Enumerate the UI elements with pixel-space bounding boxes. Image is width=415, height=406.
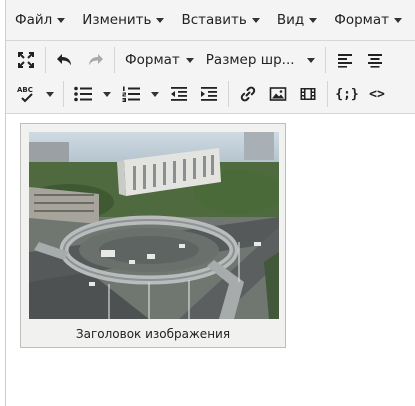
image-button[interactable] (263, 79, 293, 109)
chevron-down-icon (185, 57, 194, 63)
spellcheck-button[interactable]: ABC (11, 79, 41, 109)
menu-edit[interactable]: Изменить (73, 0, 172, 40)
code-sample-button[interactable]: {;} (332, 79, 362, 109)
chevron-down-icon (57, 17, 66, 23)
chevron-down-icon (156, 17, 165, 23)
align-left-button[interactable] (330, 45, 360, 75)
chevron-down-icon (103, 91, 111, 97)
chevron-down-icon (46, 91, 54, 97)
media-button[interactable] (293, 79, 323, 109)
source-code-icon: <> (369, 86, 385, 102)
font-size-dropdown[interactable]: Размер шр... (200, 45, 321, 75)
fullscreen-button[interactable] (11, 45, 41, 75)
image-figure[interactable]: Заголовок изображения (20, 123, 286, 348)
image-icon (269, 87, 287, 101)
toolbar-row-2: ABC {;} <> (6, 77, 415, 111)
format-dropdown-label: Формат (125, 52, 180, 68)
menu-view[interactable]: Вид (268, 0, 325, 40)
menu-format[interactable]: Формат (325, 0, 410, 40)
toolbar-separator (45, 47, 46, 73)
toolbar-separator (327, 81, 328, 107)
align-center-button[interactable] (360, 45, 390, 75)
toolbar-separator (63, 81, 64, 107)
rich-text-editor: Файл Изменить Вставить Вид Формат Формат… (5, 0, 415, 406)
toolbar: Формат Размер шр... ABC {;} <> (6, 41, 415, 114)
numbered-list-icon (122, 86, 140, 102)
toolbar-row-1: Формат Размер шр... (6, 43, 415, 77)
menu-file[interactable]: Файл (6, 0, 73, 40)
toolbar-separator (114, 47, 115, 73)
link-icon (240, 86, 256, 102)
menu-file-label: Файл (15, 12, 53, 28)
city-interchange-photo[interactable] (29, 132, 279, 319)
undo-icon (57, 54, 71, 66)
outdent-icon (171, 87, 187, 101)
format-dropdown[interactable]: Формат (119, 45, 200, 75)
bullet-list-button[interactable] (68, 79, 98, 109)
spellcheck-icon: ABC (17, 86, 33, 103)
menu-insert[interactable]: Вставить (172, 0, 267, 40)
link-button[interactable] (233, 79, 263, 109)
chevron-down-icon (306, 57, 315, 63)
numbered-list-dropdown-toggle[interactable] (146, 79, 164, 109)
align-left-icon (337, 54, 352, 68)
toolbar-separator (228, 81, 229, 107)
chevron-down-icon (251, 17, 260, 23)
menu-insert-label: Вставить (181, 12, 247, 28)
source-code-button[interactable]: <> (362, 79, 392, 109)
redo-button[interactable] (80, 45, 110, 75)
menu-view-label: Вид (276, 12, 305, 28)
chevron-down-icon (394, 17, 403, 23)
image-caption[interactable]: Заголовок изображения (21, 327, 285, 341)
redo-icon (89, 54, 103, 66)
indent-icon (201, 87, 217, 101)
code-sample-icon: {;} (335, 86, 359, 102)
bullet-list-dropdown-toggle[interactable] (98, 79, 116, 109)
undo-button[interactable] (50, 45, 80, 75)
menu-edit-label: Изменить (82, 12, 152, 28)
fullscreen-icon (18, 52, 34, 68)
toolbar-separator (324, 47, 326, 73)
menu-format-label: Формат (334, 12, 390, 28)
indent-button[interactable] (194, 79, 224, 109)
chevron-down-icon (151, 91, 159, 97)
numbered-list-button[interactable] (116, 79, 146, 109)
spellcheck-dropdown-toggle[interactable] (41, 79, 59, 109)
font-size-dropdown-label: Размер шр... (205, 52, 295, 68)
chevron-down-icon (309, 17, 318, 23)
bullet-list-icon (74, 86, 92, 102)
outdent-button[interactable] (164, 79, 194, 109)
editor-content-area[interactable]: Заголовок изображения (6, 114, 415, 406)
media-icon (300, 88, 316, 100)
spellcheck-label: ABC (17, 86, 33, 94)
align-center-icon (367, 54, 382, 68)
menubar: Файл Изменить Вставить Вид Формат (6, 0, 415, 41)
